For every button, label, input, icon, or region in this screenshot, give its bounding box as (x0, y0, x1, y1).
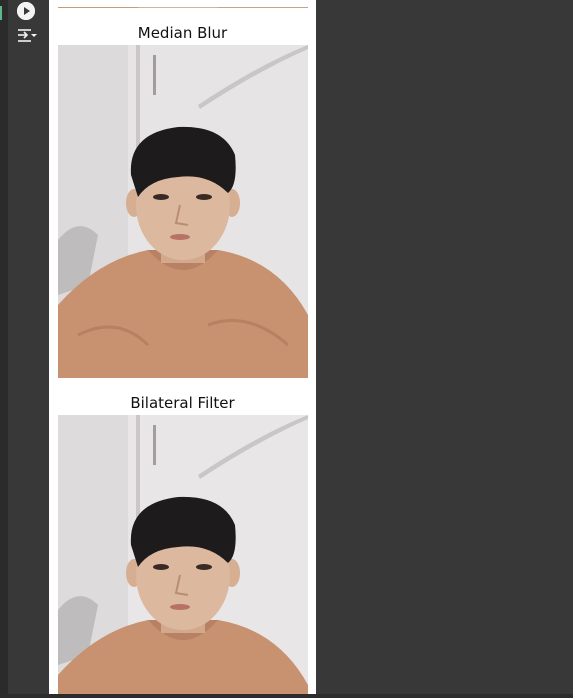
cell-gutter (8, 0, 48, 698)
cell-left-rail (0, 0, 8, 698)
figure-title: Median Blur (137, 24, 228, 42)
previous-figure-image (58, 0, 308, 8)
output-actions-button[interactable] (16, 27, 38, 45)
cell-status-marker (0, 6, 6, 20)
bottom-border (0, 694, 573, 698)
output-settings-icon (18, 29, 37, 42)
play-icon (17, 2, 35, 20)
cell-output: Median Blur Bilateral Filter (49, 0, 316, 698)
run-cell-button[interactable] (17, 2, 35, 20)
figure-title: Bilateral Filter (130, 394, 235, 412)
bilateral-filter-image (58, 415, 308, 698)
median-blur-image (58, 45, 308, 378)
